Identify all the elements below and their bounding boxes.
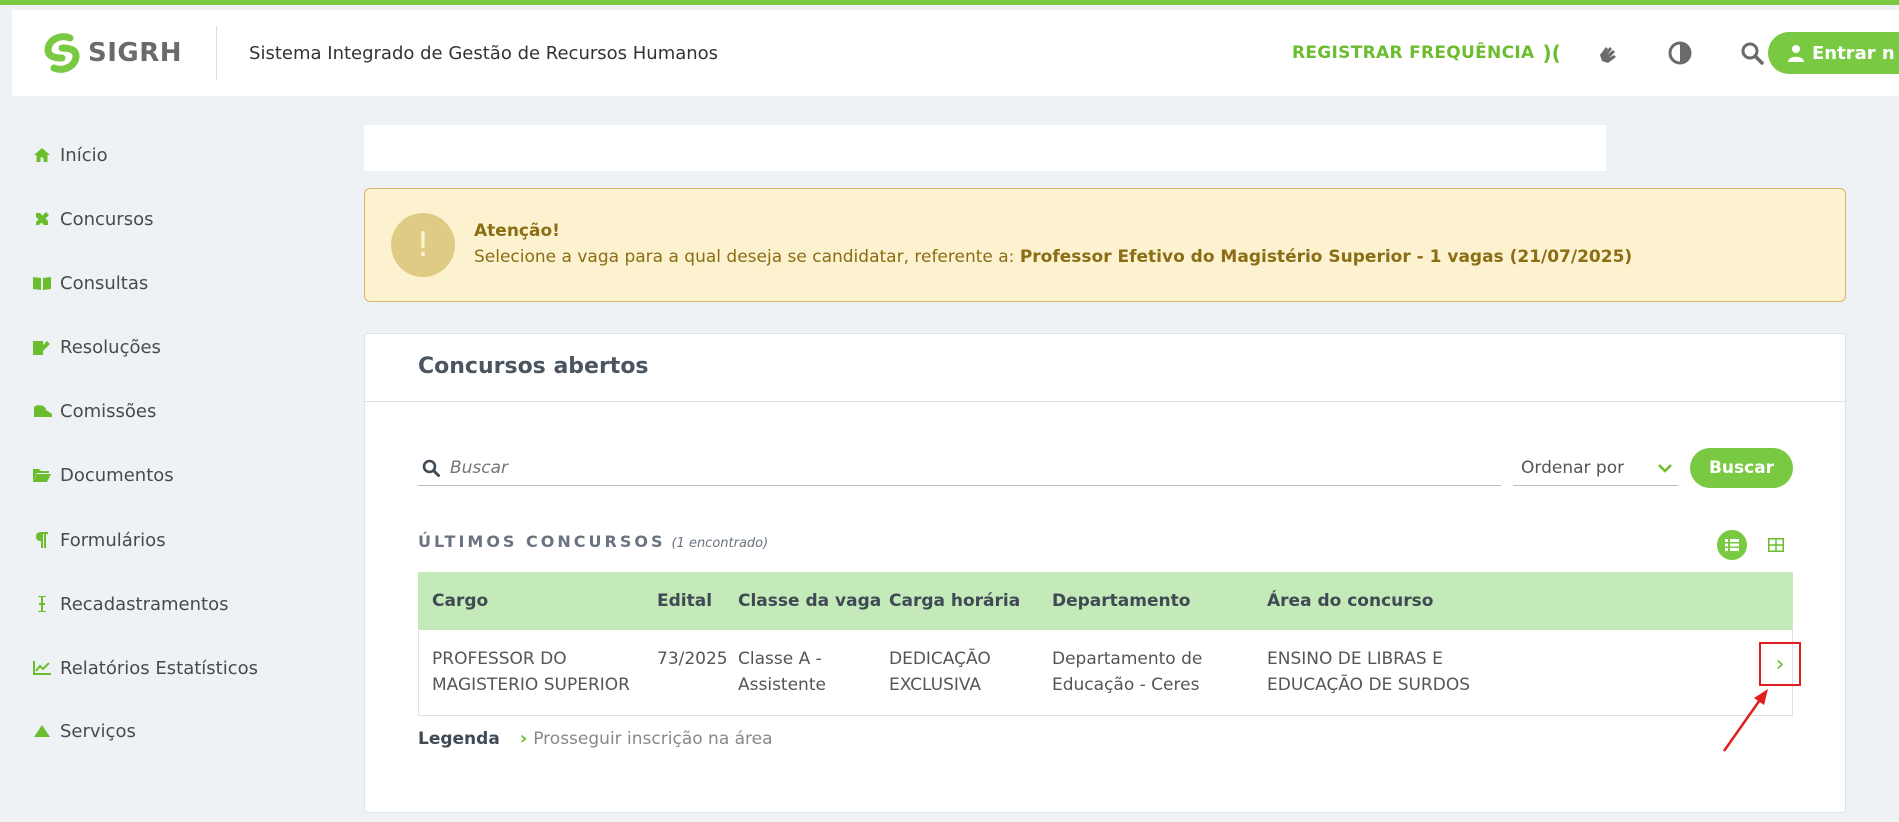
- alert-text-prefix: Selecione a vaga para a qual deseja se c…: [474, 247, 1020, 267]
- chevron-down-icon: [1658, 463, 1672, 473]
- breadcrumb-bar: [364, 125, 1606, 171]
- header-classe: Classe da vaga: [738, 591, 882, 611]
- sidebar-item-label: Resoluções: [60, 336, 161, 358]
- exclamation-icon: !: [391, 213, 455, 277]
- sidebar-item-documentos[interactable]: Documentos: [32, 460, 174, 490]
- proceed-registration-button[interactable]: ›: [1759, 642, 1801, 686]
- sidebar-item-consultas[interactable]: Consultas: [32, 268, 148, 298]
- header-cargo: Cargo: [432, 591, 489, 611]
- register-glyph: )(: [1542, 41, 1561, 65]
- sidebar-item-servicos[interactable]: Serviços: [32, 716, 136, 746]
- section-title-text: ÚLTIMOS CONCURSOS: [418, 532, 666, 551]
- legend-item-label: Prosseguir inscrição na área: [533, 728, 773, 749]
- cell-area: ENSINO DE LIBRAS E EDUCAÇÃO DE SURDOS: [1267, 649, 1471, 695]
- search-icon[interactable]: [1737, 38, 1767, 68]
- cell-departamento: Departamento de Educação - Ceres: [1052, 649, 1203, 695]
- sidebar: Início Concursos Consultas Resoluções Co…: [12, 96, 352, 822]
- sidebar-item-recadastramentos[interactable]: Recadastramentos: [32, 589, 229, 619]
- header-carga: Carga horária: [889, 591, 1021, 611]
- sidebar-item-comissoes[interactable]: Comissões: [32, 396, 156, 426]
- red-annotation-arrow-icon: [1722, 689, 1768, 752]
- cursor-icon: [32, 596, 52, 612]
- login-label: Entrar n: [1812, 42, 1895, 64]
- search-icon: [422, 459, 440, 477]
- sidebar-item-label: Concursos: [60, 208, 154, 230]
- header-edital: Edital: [657, 591, 713, 611]
- sidebar-item-label: Documentos: [60, 464, 174, 486]
- grid-view-button[interactable]: [1763, 532, 1789, 558]
- card-divider: [365, 401, 1845, 402]
- cell-cargo: PROFESSOR DO MAGISTERIO SUPERIOR: [432, 649, 630, 695]
- sidebar-item-label: Recadastramentos: [60, 593, 229, 615]
- cell-carga: DEDICAÇÃO EXCLUSIVA: [889, 649, 991, 695]
- legend: Legenda › Prosseguir inscrição na área: [418, 728, 773, 749]
- sidebar-item-resolucoes[interactable]: Resoluções: [32, 332, 161, 362]
- order-label: Ordenar por: [1521, 457, 1625, 478]
- legend-title: Legenda: [418, 728, 500, 749]
- header-departamento: Departamento: [1052, 591, 1191, 611]
- header-separator: [216, 26, 218, 80]
- alert-text: Selecione a vaga para a qual deseja se c…: [474, 247, 1632, 267]
- sidebar-item-label: Serviços: [60, 720, 136, 742]
- alert-title: Atenção!: [474, 221, 560, 241]
- cell-classe: Classe A - Assistente: [738, 649, 826, 695]
- login-button[interactable]: Entrar n: [1768, 32, 1899, 74]
- sidebar-item-label: Comissões: [60, 400, 157, 422]
- open-contests-card: Concursos abertos Ordenar por Buscar ÚLT…: [364, 333, 1846, 813]
- sidebar-item-label: Consultas: [60, 272, 149, 294]
- grid-icon: [1768, 538, 1784, 552]
- attention-alert: ! Atenção! Selecione a vaga para a qual …: [364, 188, 1846, 302]
- sidebar-item-relatorios[interactable]: Relatórios Estatísticos: [32, 653, 258, 683]
- header: SIGRH Sistema Integrado de Gestão de Rec…: [12, 10, 1899, 96]
- user-icon: [1788, 45, 1804, 62]
- sidebar-item-formularios[interactable]: Formulários: [32, 525, 166, 555]
- contests-table: Cargo Edital Classe da vaga Carga horári…: [418, 572, 1801, 716]
- register-attendance-link[interactable]: REGISTRAR FREQUÊNCIA: [1292, 43, 1534, 63]
- section-title: ÚLTIMOS CONCURSOS (1 encontrado): [418, 532, 768, 551]
- hat-icon: [32, 404, 52, 418]
- tools-icon: [32, 211, 52, 227]
- list-view-button[interactable]: [1717, 530, 1747, 560]
- sigrh-logo-icon: [44, 33, 80, 73]
- order-select[interactable]: Ordenar por: [1513, 450, 1678, 486]
- header-actions: REGISTRAR FREQUÊNCIA )(: [1292, 10, 1767, 96]
- legend-item: › Prosseguir inscrição na área: [520, 728, 773, 749]
- folder-icon: [32, 468, 52, 482]
- chart-icon: [32, 661, 52, 675]
- sidebar-item-label: Início: [60, 144, 108, 166]
- paragraph-icon: [32, 532, 52, 548]
- chevron-right-icon: ›: [519, 728, 528, 749]
- sidebar-item-concursos[interactable]: Concursos: [32, 204, 153, 234]
- cell-edital: 73/2025: [657, 649, 728, 669]
- chevron-right-icon: ›: [1775, 651, 1785, 677]
- contrast-icon[interactable]: [1665, 38, 1695, 68]
- home-icon: [32, 148, 52, 162]
- header-area: Área do concurso: [1267, 591, 1434, 611]
- table-header: Cargo Edital Classe da vaga Carga horári…: [418, 572, 1793, 630]
- list-icon: [1725, 539, 1739, 551]
- top-accent-line: [0, 0, 1899, 5]
- sidebar-item-label: Formulários: [60, 529, 166, 551]
- search-field: [418, 450, 1501, 486]
- logo[interactable]: SIGRH: [42, 32, 182, 74]
- search-input[interactable]: [450, 457, 1450, 478]
- alert-text-highlight: Professor Efetivo do Magistério Superior…: [1019, 247, 1633, 267]
- section-count: (1 encontrado): [671, 536, 769, 551]
- system-title: Sistema Integrado de Gestão de Recursos …: [249, 42, 719, 64]
- card-title: Concursos abertos: [418, 354, 649, 379]
- search-button[interactable]: Buscar: [1690, 448, 1793, 488]
- edit-icon: [32, 339, 52, 355]
- sign-language-icon[interactable]: [1593, 38, 1623, 68]
- table-row: PROFESSOR DO MAGISTERIO SUPERIOR 73/2025…: [418, 630, 1801, 716]
- logo-text: SIGRH: [88, 38, 183, 68]
- book-icon: [32, 276, 52, 290]
- sidebar-item-inicio[interactable]: Início: [32, 140, 108, 170]
- sidebar-item-label: Relatórios Estatísticos: [60, 657, 259, 679]
- triangle-icon: [32, 725, 52, 737]
